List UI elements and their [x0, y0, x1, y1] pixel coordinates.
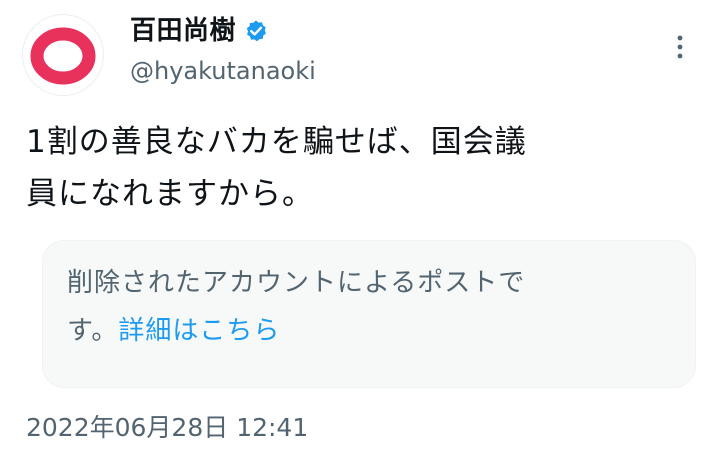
notice-text-line: す。詳細はこちら	[67, 307, 671, 355]
tweet-text: 1割の善良なバカを騙せば、国会議 員になれますから。	[26, 116, 676, 220]
more-vertical-icon[interactable]	[670, 30, 690, 70]
avatar[interactable]	[22, 14, 104, 96]
tweet-timestamp[interactable]: 2022年06月28日 12:41	[26, 410, 308, 446]
tweet-text-line: 員になれますから。	[26, 176, 314, 212]
verified-badge-icon	[244, 19, 268, 43]
details-link[interactable]: 詳細はこちら	[118, 316, 280, 346]
notice-text-suffix: す。	[67, 316, 119, 346]
deleted-account-notice: 削除されたアカウントによるポストで す。詳細はこちら	[42, 240, 696, 388]
notice-text-line: 削除されたアカウントによるポストで	[67, 268, 526, 298]
tweet-card: 百田尚樹 @hyakutanaoki 1割の善良なバカを騙せば、国会議 員になれ…	[0, 0, 714, 467]
author-handle[interactable]: @hyakutanaoki	[130, 54, 316, 88]
tweet-text-line: 1割の善良なバカを騙せば、国会議	[26, 124, 527, 160]
author-name-row: 百田尚樹	[130, 14, 268, 48]
author-display-name[interactable]: 百田尚樹	[130, 14, 236, 48]
avatar-ring-icon	[30, 27, 96, 85]
